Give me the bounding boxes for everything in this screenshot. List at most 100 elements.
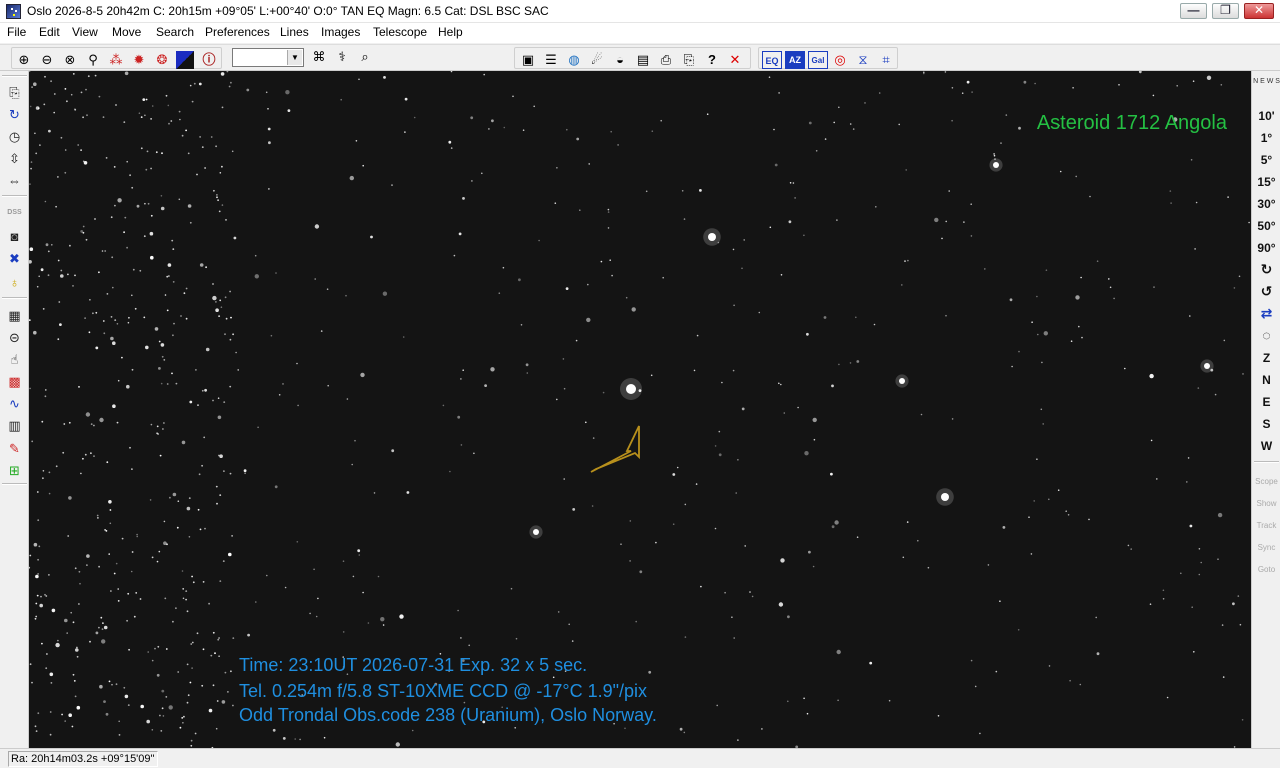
document-icon[interactable]: ▥ [5, 416, 24, 435]
fov-30deg-button[interactable]: 30° [1253, 197, 1280, 211]
chevron-down-icon[interactable]: ▼ [287, 50, 302, 65]
grid-icon[interactable]: ✖ [5, 249, 24, 268]
color-icon[interactable]: ❂ [153, 51, 171, 69]
magnify-icon[interactable]: ⌕ [356, 48, 374, 66]
print-icon[interactable]: ⎙ [657, 51, 675, 69]
orientation-icon[interactable]: ⇳ [5, 149, 24, 168]
projection-az-button[interactable]: AZ [785, 51, 805, 69]
menu-edit[interactable]: Edit [39, 25, 60, 39]
observatory-info-line: Odd Trondal Obs.code 238 (Uranium), Oslo… [239, 705, 657, 725]
zoom-fit-icon[interactable]: ⊗ [61, 51, 79, 69]
clock-icon[interactable]: ◷ [5, 127, 24, 146]
left-tool-panel: ⎘ ↻ ◷ ⇳ ⇔ DSS ◙ ✖ ♁ ▦ ⊝ ☝ ▩ ∿ ▥ ✎ ⊞ [0, 71, 29, 748]
wave-icon[interactable]: ∿ [5, 394, 24, 413]
status-bar: Ra: 20h14m03.2s +09°15'09" [0, 748, 1280, 768]
menu-preferences[interactable]: Preferences [205, 25, 270, 39]
dss-icon[interactable]: DSS [5, 203, 24, 222]
maximize-icon: ❐ [1220, 3, 1231, 17]
menu-help[interactable]: Help [438, 25, 463, 39]
menu-lines[interactable]: Lines [280, 25, 309, 39]
menu-move[interactable]: Move [112, 25, 141, 39]
pencil-icon[interactable]: ✎ [5, 439, 24, 458]
east-button[interactable]: E [1253, 395, 1280, 409]
close-window-button[interactable]: ✕ [1244, 3, 1274, 19]
cursor-coordinates: Ra: 20h14m03.2s +09°15'09" [8, 751, 158, 767]
track-button[interactable]: Track [1253, 521, 1280, 530]
save-icon[interactable]: ▣ [519, 51, 537, 69]
color-pick-icon[interactable]: ▩ [5, 372, 24, 391]
north-button[interactable]: N [1253, 373, 1280, 387]
refresh-icon[interactable]: ↻ [5, 105, 24, 124]
close-icon[interactable]: ✕ [726, 51, 744, 69]
rotate-icon[interactable]: ⇔ [5, 171, 24, 190]
separator [2, 195, 27, 197]
scope-button[interactable]: Scope [1253, 477, 1280, 486]
lightbulb-icon[interactable]: ♁ [5, 273, 24, 292]
fov-combo[interactable]: ▼ [232, 48, 304, 67]
rotate-right-icon[interactable]: ↻ [1253, 261, 1280, 278]
grid-icon[interactable]: ⌗ [877, 51, 895, 69]
zoom-in-icon[interactable]: ⊕ [15, 51, 33, 69]
menu-images[interactable]: Images [321, 25, 360, 39]
chart-icon[interactable]: ◒ [611, 51, 629, 69]
camera-icon[interactable]: ◙ [5, 227, 24, 246]
maximize-button[interactable]: ❐ [1212, 3, 1239, 19]
right-fov-panel: N E W S 10' 1° 5° 15° 30° 50° 90° ↻ ↺ ⇄ … [1251, 71, 1280, 748]
help-icon[interactable]: ? [703, 51, 721, 69]
globe-icon[interactable]: ◍ [565, 51, 583, 69]
pointer-icon[interactable]: ☝ [5, 350, 24, 369]
projection-toolbar-group: EQ AZ Gal ◎ ⧖ ⌗ [758, 47, 898, 69]
fov-50deg-button[interactable]: 50° [1253, 219, 1280, 233]
file-toolbar-group: ▣ ☰ ◍ ☄ ◒ ▤ ⎙ ⎘ ? ✕ [514, 47, 751, 69]
mirror-icon[interactable]: ⧖ [854, 51, 872, 69]
south-button[interactable]: S [1253, 417, 1280, 431]
app-icon [6, 4, 21, 19]
fov-15deg-button[interactable]: 15° [1253, 175, 1280, 189]
print-setup-icon[interactable]: ⎘ [680, 51, 698, 69]
fov-1deg-button[interactable]: 1° [1253, 131, 1280, 145]
info-icon[interactable]: ⓘ [200, 51, 218, 69]
constellation-icon[interactable]: ⁂ [107, 51, 125, 69]
binoculars-icon[interactable]: ⌘ [310, 48, 328, 66]
projection-gal-button[interactable]: Gal [808, 51, 828, 69]
observation-time-line: Time: 23:10UT 2026-07-31 Exp. 32 x 5 sec… [239, 655, 588, 675]
title-bar: Oslo 2026-8-5 20h42m C: 20h15m +09°05' L… [0, 0, 1280, 23]
sync-button[interactable]: Sync [1253, 543, 1280, 552]
show-button[interactable]: Show [1253, 499, 1280, 508]
target-icon[interactable]: ◎ [831, 51, 849, 69]
projection-eq-button[interactable]: EQ [762, 51, 782, 69]
list-icon[interactable]: ☰ [542, 51, 560, 69]
fov-10arcmin-button[interactable]: 10' [1253, 109, 1280, 123]
copy-icon[interactable]: ⎘ [5, 83, 24, 102]
zoom-out-icon[interactable]: ⊖ [38, 51, 56, 69]
telescope-icon[interactable]: ☄ [588, 51, 606, 69]
objects-icon[interactable]: ▦ [5, 306, 24, 325]
menu-file[interactable]: File [7, 25, 26, 39]
sky-chart-view[interactable]: Asteroid 1712 Angola Time: 23:10UT 2026-… [29, 71, 1251, 748]
minimize-icon: — [1187, 3, 1200, 17]
horizon-icon[interactable]: ◌ [1253, 327, 1280, 343]
goto-button[interactable]: Goto [1253, 565, 1280, 574]
menu-view[interactable]: View [72, 25, 98, 39]
settings-icon[interactable]: ✹ [130, 51, 148, 69]
calendar-icon[interactable]: ▤ [634, 51, 652, 69]
separator [2, 297, 27, 299]
rotate-left-icon[interactable]: ↺ [1253, 283, 1280, 300]
west-button[interactable]: W [1253, 439, 1280, 453]
find-object-icon[interactable]: ⚕ [333, 48, 351, 66]
search-icon[interactable]: ⚲ [84, 51, 102, 69]
compass-icon[interactable]: N E W S [1253, 77, 1280, 86]
separator [2, 75, 27, 77]
zenith-button[interactable]: Z [1253, 351, 1280, 365]
flip-icon[interactable]: ⇄ [1253, 305, 1280, 322]
night-mode-icon[interactable] [176, 51, 194, 69]
menu-telescope[interactable]: Telescope [373, 25, 427, 39]
separator [2, 483, 27, 485]
minimize-button[interactable]: — [1180, 3, 1207, 19]
zoom-toolbar-group: ⊕ ⊖ ⊗ ⚲ ⁂ ✹ ❂ ⓘ [11, 47, 222, 69]
fov-90deg-button[interactable]: 90° [1253, 241, 1280, 255]
circle-icon[interactable]: ⊝ [5, 328, 24, 347]
menu-search[interactable]: Search [156, 25, 194, 39]
add-image-icon[interactable]: ⊞ [5, 461, 24, 480]
fov-5deg-button[interactable]: 5° [1253, 153, 1280, 167]
